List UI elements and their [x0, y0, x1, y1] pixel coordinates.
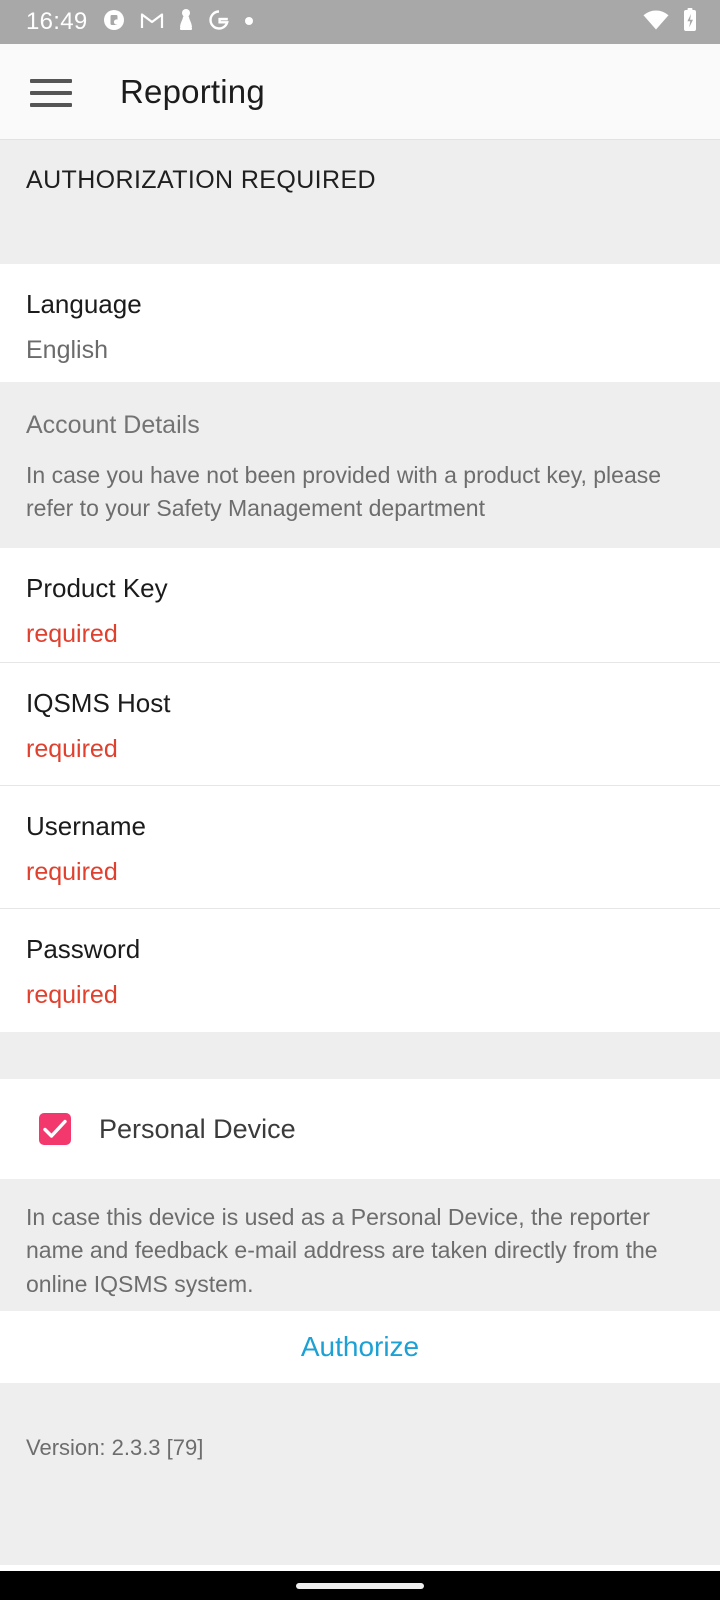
chess-pawn-icon — [178, 8, 194, 37]
password-value: required — [26, 980, 118, 1009]
status-bar-right — [642, 7, 698, 38]
page-background-fill — [0, 1505, 720, 1565]
app-bar: Reporting — [0, 44, 720, 140]
page-title: Reporting — [120, 72, 265, 110]
status-bar-left: 16:49 — [26, 8, 254, 37]
home-gesture-pill[interactable] — [296, 1582, 424, 1589]
iqsms-host-label: IQSMS Host — [26, 688, 171, 718]
group-account-details: Account Details In case you have not bee… — [0, 382, 720, 548]
authorize-button-label: Authorize — [300, 1331, 420, 1362]
system-navigation-bar — [0, 1571, 720, 1600]
preference-row-language[interactable]: Language English — [0, 264, 720, 382]
personal-device-note-text: In case this device is used as a Persona… — [26, 1204, 658, 1297]
language-label: Language — [26, 289, 142, 319]
authorize-button[interactable]: Authorize — [0, 1311, 720, 1383]
battery-charging-icon — [682, 7, 698, 38]
wifi-icon — [642, 9, 670, 36]
product-key-value: required — [26, 619, 118, 648]
account-details-description: In case you have not been provided with … — [26, 462, 662, 521]
footer: Version: 2.3.3 [79] — [0, 1383, 720, 1505]
section-spacer — [0, 1032, 720, 1079]
authorization-required-label: AUTHORIZATION REQUIRED — [26, 166, 377, 194]
status-bar-clock: 16:49 — [26, 8, 88, 35]
preference-row-product-key[interactable]: Product Key required — [0, 548, 720, 662]
personal-device-note: In case this device is used as a Persona… — [0, 1179, 720, 1311]
version-label: Version: 2.3.3 [79] — [26, 1435, 204, 1460]
checkbox-row-personal-device[interactable]: Personal Device — [0, 1079, 720, 1179]
status-bar: 16:49 — [0, 0, 720, 44]
product-key-label: Product Key — [26, 573, 168, 603]
app-circle-icon — [102, 8, 126, 37]
google-g-icon — [208, 9, 230, 36]
personal-device-checkbox[interactable] — [39, 1113, 71, 1145]
username-value: required — [26, 857, 118, 886]
checkmark-icon — [43, 1119, 67, 1138]
personal-device-label: Personal Device — [99, 1113, 296, 1144]
preference-row-iqsms-host[interactable]: IQSMS Host required — [0, 663, 720, 785]
preference-row-password[interactable]: Password required — [0, 909, 720, 1032]
account-details-title: Account Details — [26, 411, 200, 439]
section-header-authorization: AUTHORIZATION REQUIRED — [0, 140, 720, 264]
language-value: English — [26, 335, 108, 364]
hamburger-menu-icon[interactable] — [30, 77, 72, 107]
iqsms-host-value: required — [26, 734, 118, 763]
password-label: Password — [26, 934, 141, 964]
dot-icon — [244, 13, 254, 31]
username-label: Username — [26, 811, 146, 841]
preference-row-username[interactable]: Username required — [0, 786, 720, 908]
gmail-icon — [140, 10, 164, 35]
